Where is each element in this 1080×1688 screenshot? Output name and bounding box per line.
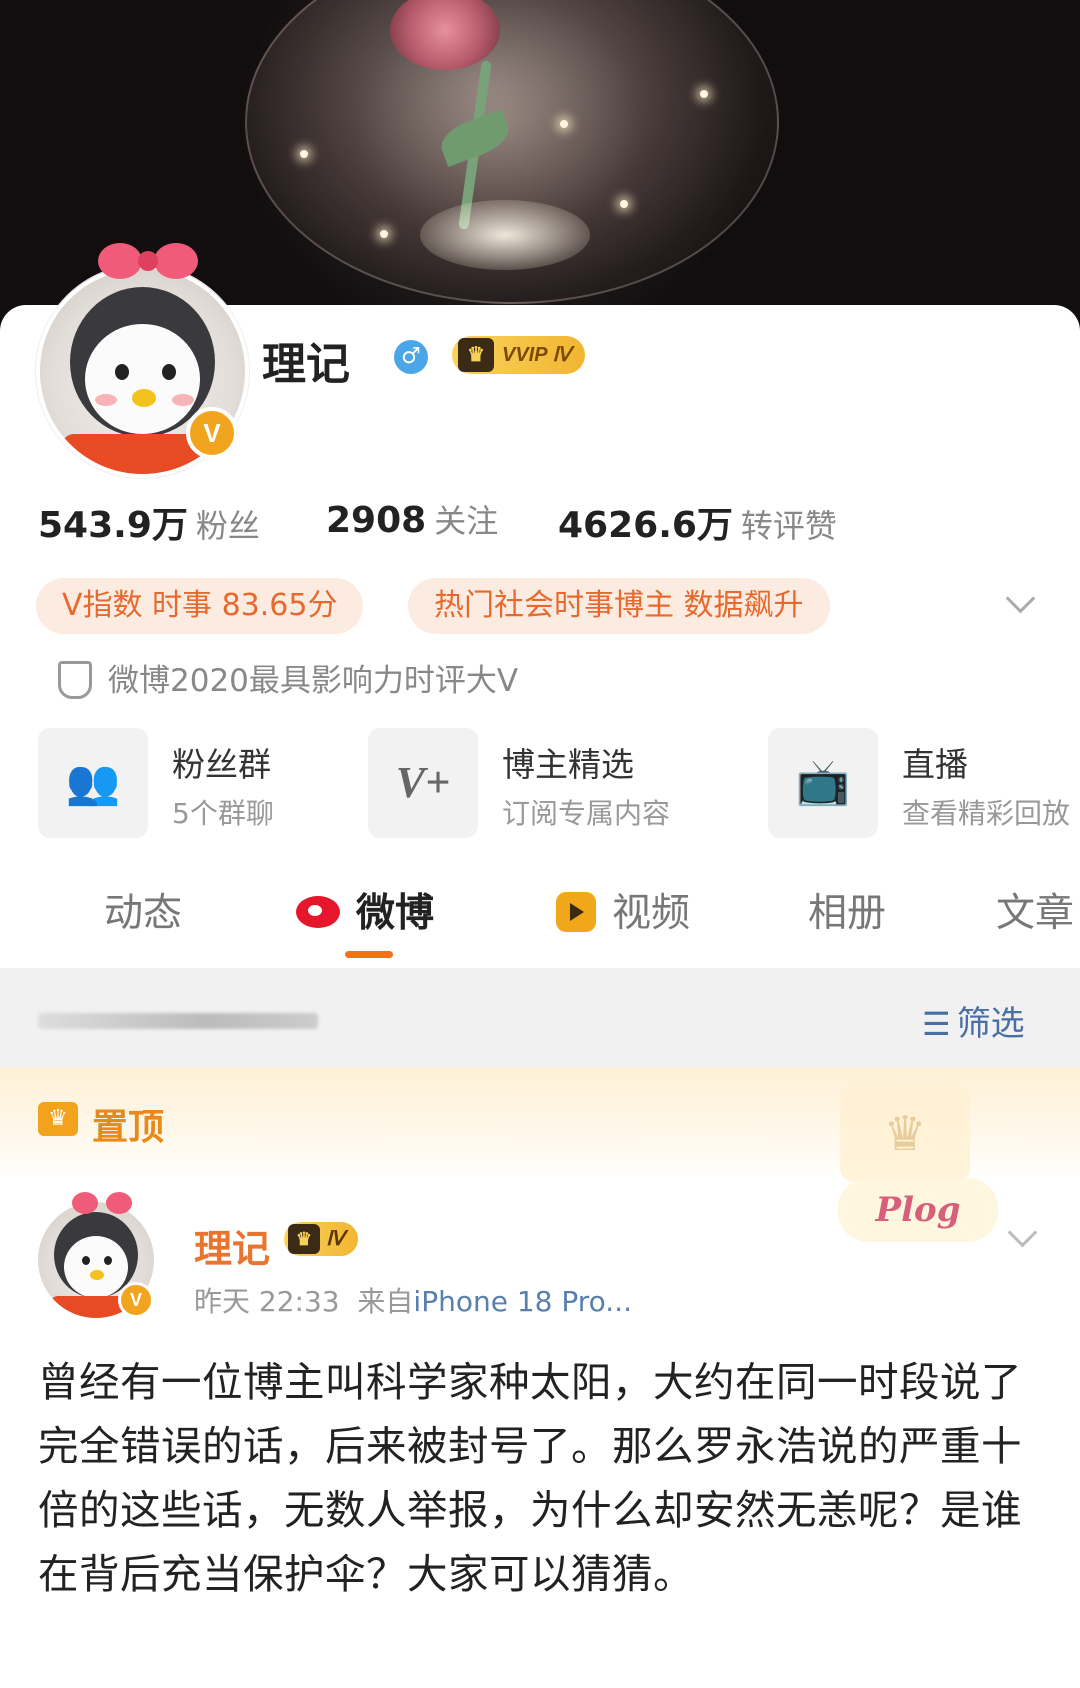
- vvip-badge[interactable]: ♛ VVIP Ⅳ: [452, 336, 585, 374]
- stat-following[interactable]: 2908 关注: [326, 496, 498, 542]
- group-icon: 👥: [38, 728, 148, 838]
- tab-video[interactable]: 视频: [556, 882, 690, 938]
- stat-likes[interactable]: 4626.6万 转评赞: [558, 496, 837, 548]
- filter-bar: ☰ 筛选: [0, 968, 1080, 1068]
- plog-sticker: Plog: [838, 1178, 998, 1242]
- profile-name: 理记: [262, 339, 350, 390]
- stat-followers[interactable]: 543.9万 粉丝: [38, 496, 260, 548]
- honor-line[interactable]: 微博2020最具影响力时评大V: [58, 655, 518, 702]
- filter-button[interactable]: ☰ 筛选: [922, 996, 1025, 1045]
- video-play-icon: [556, 891, 596, 932]
- crown-icon: ♛: [38, 1102, 78, 1136]
- pinned-header: ♛ 置顶 ♛: [0, 1068, 1080, 1182]
- active-tab-indicator: [345, 951, 393, 958]
- weibo-logo-icon: [296, 895, 340, 928]
- crown-icon: ♛: [288, 1224, 320, 1254]
- tab-dongtai[interactable]: 动态: [104, 882, 182, 938]
- pinned-label: 置顶: [92, 1107, 165, 1148]
- tab-article[interactable]: 文章: [996, 882, 1074, 938]
- male-gender-icon: ♂: [394, 340, 428, 374]
- post-source[interactable]: iPhone 18 Pro...: [413, 1285, 632, 1318]
- crown-icon: ♛: [458, 338, 494, 372]
- post-author-name[interactable]: 理记: [194, 1218, 270, 1273]
- post-text: 曾经有一位博主叫科学家种太阳，大约在同一时段说了完全错误的话，后来被封号了。那么…: [38, 1358, 1022, 1598]
- hot-blogger-tag[interactable]: 热门社会时事博主 数据飙升: [408, 578, 830, 634]
- shield-icon: [58, 660, 92, 699]
- post-author-avatar[interactable]: V: [38, 1190, 158, 1318]
- watermark-crown-icon: ♛: [840, 1086, 970, 1182]
- tab-album[interactable]: 相册: [808, 882, 886, 938]
- iv-badge[interactable]: ♛ Ⅳ: [284, 1222, 359, 1256]
- tv-icon: 📺: [768, 728, 878, 838]
- bow-decoration: [98, 239, 198, 283]
- blurred-text: [38, 1013, 318, 1029]
- profile-avatar[interactable]: V: [36, 243, 249, 478]
- v-index-tag[interactable]: V指数 时事 83.65分: [36, 578, 364, 634]
- bow-decoration: [72, 1190, 132, 1216]
- verified-badge-icon: V: [186, 407, 238, 459]
- tab-weibo[interactable]: 微博: [296, 882, 434, 938]
- verified-badge-icon: V: [118, 1282, 154, 1318]
- v-plus-icon: V+: [368, 728, 478, 838]
- filter-icon: ☰: [922, 1005, 951, 1043]
- post-meta: 昨天 22:33 来自iPhone 18 Pro...: [194, 1285, 632, 1318]
